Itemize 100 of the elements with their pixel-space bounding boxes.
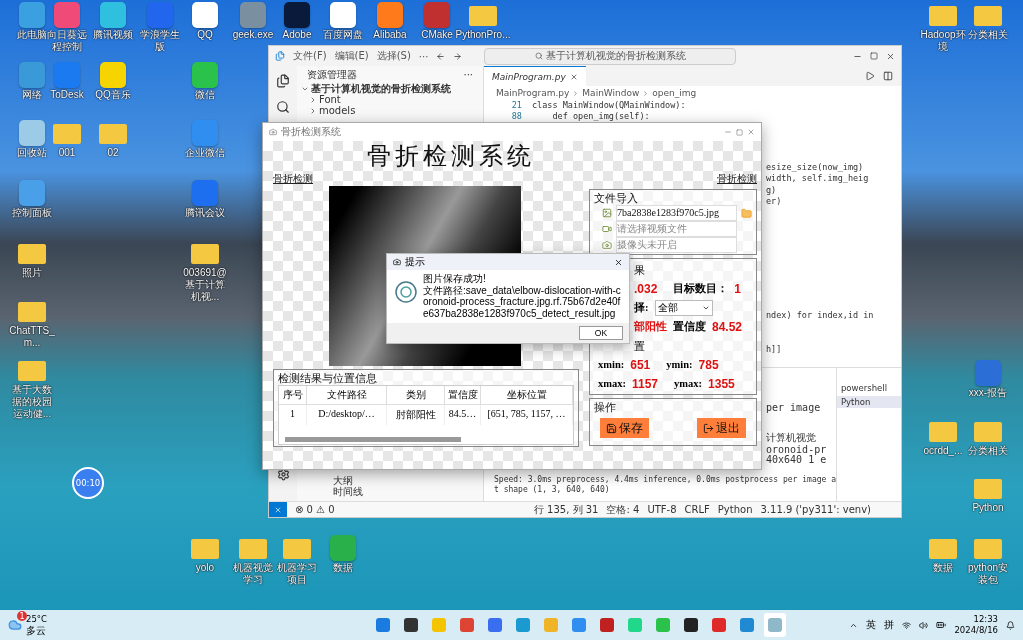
menu-item[interactable]: 选择(S) (376, 49, 411, 63)
desktop-icon-label[interactable]: QQ (197, 29, 213, 41)
desktop-icon-label[interactable]: 百度网盘 (323, 29, 363, 41)
scrollbar[interactable] (285, 437, 462, 442)
status-item[interactable]: Python (717, 504, 753, 515)
select-label: 择: (634, 300, 649, 315)
group-title: 果 (634, 262, 645, 277)
status-item[interactable]: 行 135, 列 31 (533, 502, 599, 517)
battery-icon[interactable] (936, 620, 947, 630)
table-cell: D:/desktop/… (307, 405, 387, 425)
menu-item[interactable]: 文件(F) (293, 49, 327, 63)
desktop-icon-label[interactable]: 分类相关 (968, 29, 1008, 41)
recording-timer[interactable]: 00:10 (72, 467, 104, 499)
tree-item[interactable]: Font (297, 94, 483, 105)
breadcrumb-item[interactable]: MainWindow (582, 88, 640, 98)
settings-icon[interactable] (276, 468, 290, 481)
ok-button[interactable]: OK (579, 326, 623, 340)
desktop-icon-label[interactable]: geek.exe (232, 29, 274, 41)
desktop-icon-label[interactable]: 学浪学生版 (137, 29, 183, 53)
run-icon[interactable] (865, 71, 875, 81)
volume-icon[interactable] (919, 620, 929, 630)
panel-title: 资源管理器 (307, 68, 357, 81)
maximize-icon[interactable] (870, 52, 878, 60)
status-item[interactable]: CRLF (684, 504, 710, 515)
desktop-icon-label[interactable]: 此电脑 (17, 29, 47, 41)
code-line: esize_size(now_img) (766, 162, 864, 174)
tree-item[interactable]: 基于计算机视觉的骨折检测系统 (297, 83, 483, 94)
desktop-icon-label[interactable]: 控制面板 (12, 207, 52, 219)
menu-item[interactable]: ··· (418, 50, 429, 62)
dialog-message: 图片保存成功! (423, 273, 487, 285)
breadcrumb-item[interactable]: open_img (652, 88, 697, 98)
wifi-icon[interactable] (902, 620, 912, 630)
action-button[interactable]: 退出 (697, 418, 746, 438)
remote-icon[interactable] (269, 502, 287, 517)
desktop-icon-label[interactable]: 003691@基于计算机视... (182, 267, 228, 303)
notification-icon[interactable] (1006, 620, 1015, 630)
column-header[interactable]: 置信度 (445, 386, 481, 405)
tree-item[interactable]: models (297, 105, 483, 116)
more-button[interactable]: ··· (463, 68, 473, 81)
search-icon[interactable] (276, 100, 290, 114)
chevron-icon (572, 89, 580, 97)
close-icon[interactable] (614, 257, 623, 267)
close-icon[interactable] (886, 51, 895, 61)
input-method[interactable]: 英 (866, 618, 877, 632)
file-field[interactable]: 摄像头未开启 (616, 237, 737, 253)
split-icon[interactable] (883, 71, 893, 81)
breadcrumb-item[interactable]: MainProgram.py (496, 88, 570, 98)
video-icon (602, 224, 612, 234)
desktop-icon-label[interactable]: Alibaba (373, 29, 407, 41)
confidence-label: 置信度 (673, 319, 706, 334)
window-title: 骨折检测系统 (281, 125, 341, 139)
code-line: class MainWindow(QMainWindow): (532, 100, 686, 111)
camera-icon (602, 240, 612, 250)
status-item[interactable]: 空格: 4 (606, 502, 640, 517)
desktop-icon-label[interactable]: PythonPro... (455, 29, 511, 41)
weather-text[interactable]: 多云 (26, 625, 47, 636)
desktop-icon-label[interactable]: Hadoop环境 (920, 29, 966, 53)
column-header[interactable]: 序号 (279, 386, 307, 405)
app-heading: 骨折检测系统 (366, 142, 536, 171)
action-button[interactable]: 保存 (600, 418, 649, 438)
terminal-tab[interactable]: Python (836, 396, 901, 408)
column-header[interactable]: 坐标位置 (481, 386, 573, 405)
chevron-icon (642, 89, 650, 97)
search-field[interactable]: 基于计算机视觉的骨折检测系统 (484, 47, 737, 65)
files-icon[interactable] (276, 74, 290, 88)
file-field[interactable]: 请选择视频文件 (616, 221, 737, 237)
desktop-icon-label[interactable]: 腾讯视频 (93, 29, 133, 41)
temperature[interactable]: 25°C (26, 614, 47, 625)
status-item[interactable]: UTF-8 (647, 504, 677, 515)
desktop-icon-label[interactable]: Adobe (282, 29, 312, 41)
dialog-title: 提示 (405, 255, 425, 269)
forward-icon[interactable] (453, 51, 463, 61)
desktop-icon-label[interactable]: ChatTTS_m... (9, 325, 55, 349)
group-title: 操作 (594, 400, 617, 414)
status-item[interactable]: 3.11.9 ('py311': venv) (760, 504, 871, 515)
desktop-icon-label[interactable]: 腾讯会议 (185, 207, 225, 219)
back-icon[interactable] (436, 51, 446, 61)
column-header[interactable]: 文件路径 (307, 386, 387, 405)
file-field[interactable]: 7ba2838e1283f970c5.jpg (616, 205, 737, 221)
panel-section[interactable]: 时间线 (297, 486, 483, 497)
weather-icon[interactable] (8, 618, 22, 632)
column-header[interactable]: 类别 (387, 386, 445, 405)
menu-item[interactable]: 编辑(E) (334, 49, 369, 63)
section-label: 骨折检测 (273, 172, 313, 185)
desktop-icon-label[interactable]: CMake (421, 29, 453, 41)
status-item[interactable]: ⊗ 0 ⚠ 0 (295, 504, 335, 515)
terminal-tab[interactable]: powershell (836, 382, 901, 394)
class-select[interactable]: 全部 (654, 299, 713, 316)
terminal-line: Speed: 3.0ms preprocess, 4.4ms inference, 0.0ms postprocess per image a (494, 475, 836, 485)
close-icon[interactable] (569, 72, 578, 81)
clock-date[interactable]: 2024/8/16 (954, 625, 998, 636)
desktop-icon-label[interactable]: 网络 (22, 89, 42, 101)
desktop-icon-label[interactable]: ToDesk (50, 89, 84, 101)
desktop-icon-label[interactable]: 照片 (22, 267, 42, 279)
input-method[interactable]: 拼 (884, 618, 895, 632)
editor-tab[interactable]: MainProgram.py (484, 66, 586, 86)
time-value: .032 (634, 281, 658, 296)
clock-time[interactable]: 12:33 (973, 614, 998, 625)
maximize-icon[interactable] (736, 128, 743, 136)
panel-section[interactable]: 大纲 (297, 475, 483, 486)
